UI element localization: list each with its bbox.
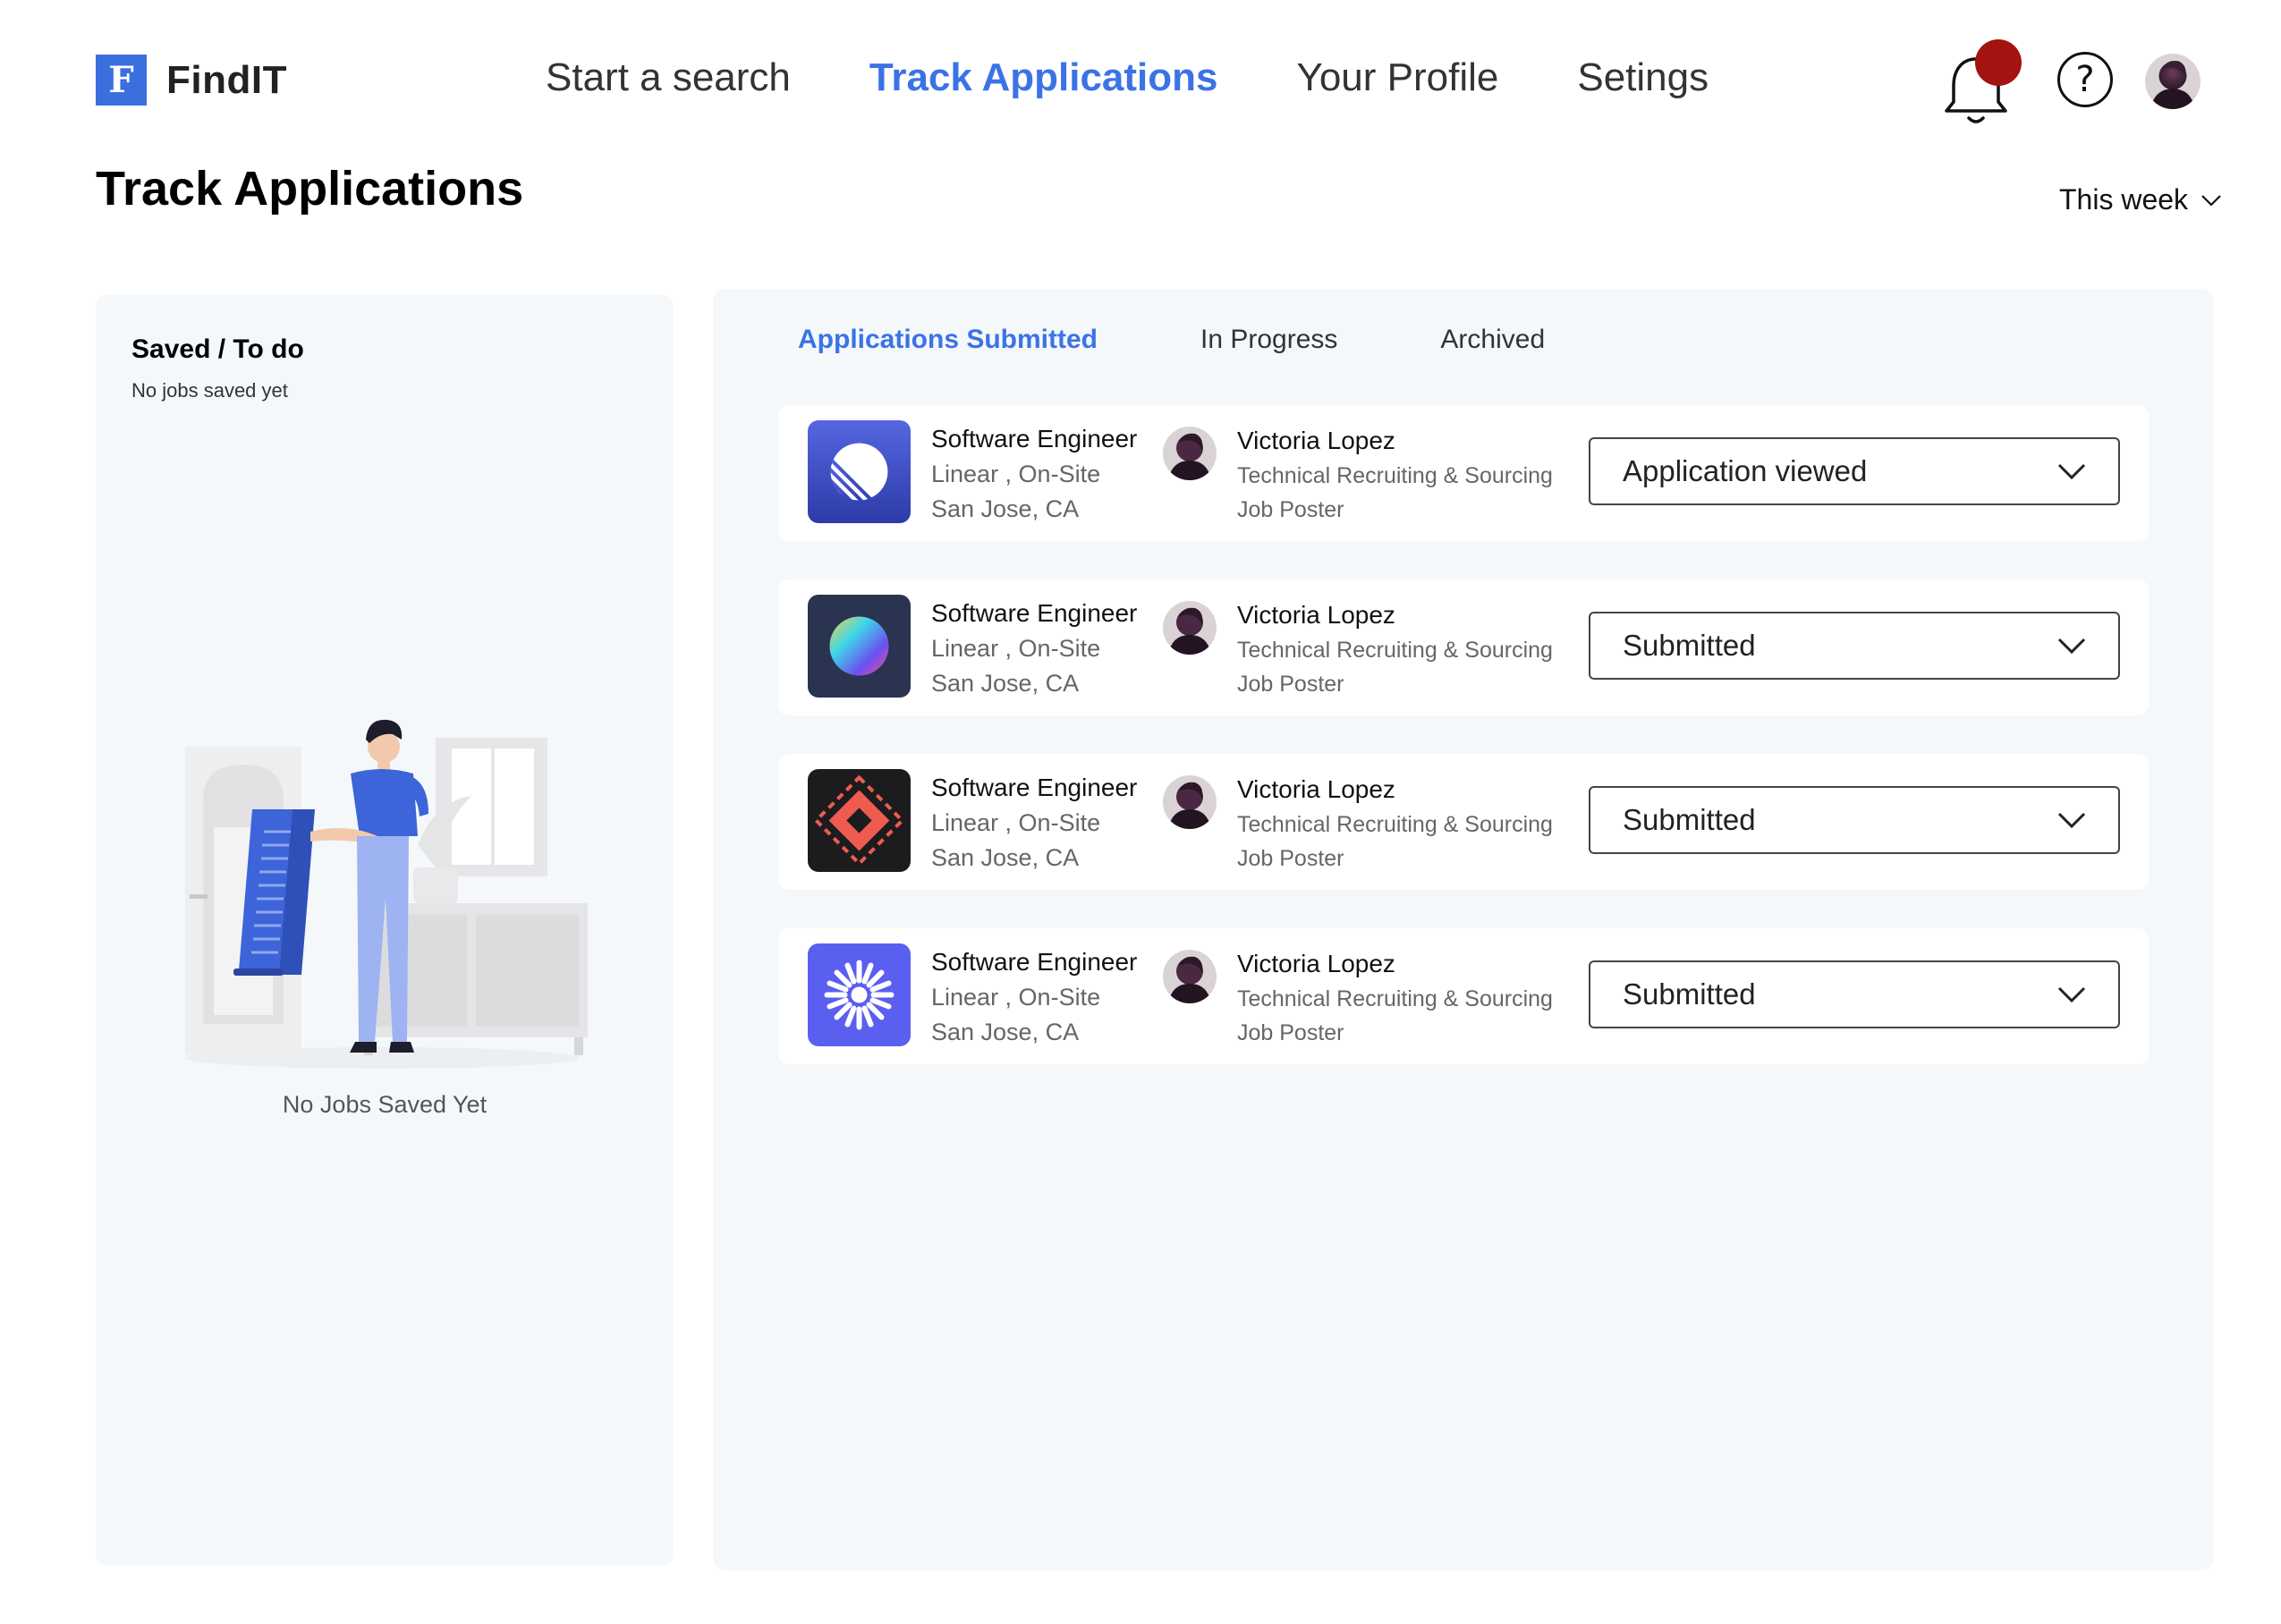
red-diamond-logo	[808, 769, 911, 872]
status-dropdown[interactable]: Submitted	[1589, 960, 2120, 1028]
poster-name: Victoria Lopez	[1237, 950, 1395, 977]
poster-avatar	[1163, 427, 1217, 480]
poster-role: Job Poster	[1237, 846, 1344, 871]
poster-team: Technical Recruiting & Sourcing	[1237, 463, 1553, 488]
application-card[interactable]: Software Engineer Linear , On-Site San J…	[778, 405, 2149, 541]
poster-avatar	[1163, 775, 1217, 829]
question-glyph: ?	[2075, 59, 2095, 100]
job-company: Linear , On-Site	[931, 984, 1101, 1011]
saved-panel-subtitle: No jobs saved yet	[131, 379, 288, 402]
poster-role: Job Poster	[1237, 672, 1344, 697]
application-card[interactable]: Software Engineer Linear , On-Site San J…	[778, 579, 2149, 715]
app-logo[interactable]: F FindIT	[96, 55, 287, 106]
chevron-down-icon	[2057, 986, 2086, 1002]
tab-in-progress[interactable]: In Progress	[1200, 325, 1337, 355]
empty-state-illustration	[185, 719, 588, 1069]
status-value: Submitted	[1623, 977, 1756, 1011]
job-title: Software Engineer	[931, 948, 1138, 976]
chevron-down-icon	[2201, 194, 2221, 207]
saved-todo-panel: Saved / To do No jobs saved yet No Jobs …	[96, 295, 674, 1565]
chevron-down-icon	[2057, 463, 2086, 479]
applications-panel: Applications Submitted In Progress Archi…	[713, 289, 2214, 1570]
job-company: Linear , On-Site	[931, 809, 1101, 836]
chevron-down-icon	[2057, 638, 2086, 654]
status-value: Application viewed	[1623, 454, 1868, 487]
poster-role: Job Poster	[1237, 1020, 1344, 1045]
application-card[interactable]: Software Engineer Linear , On-Site San J…	[778, 928, 2149, 1064]
question-icon[interactable]: ?	[2057, 52, 2113, 107]
user-avatar[interactable]	[2145, 54, 2200, 109]
poster-role: Job Poster	[1237, 497, 1344, 522]
app-name: FindIT	[166, 57, 287, 102]
application-tabs: Applications Submitted In Progress Archi…	[798, 325, 1648, 355]
saved-panel-title: Saved / To do	[131, 334, 304, 364]
tab-applications-submitted[interactable]: Applications Submitted	[798, 325, 1098, 355]
gradient-orb-logo	[808, 595, 911, 698]
status-dropdown[interactable]: Application viewed	[1589, 437, 2120, 505]
tab-archived[interactable]: Archived	[1440, 325, 1545, 355]
poster-team: Technical Recruiting & Sourcing	[1237, 638, 1553, 663]
starburst-logo	[808, 943, 911, 1046]
job-title: Software Engineer	[931, 425, 1138, 453]
poster-info: Victoria Lopez Technical Recruiting & So…	[1237, 601, 1553, 698]
job-title: Software Engineer	[931, 599, 1138, 627]
status-value: Submitted	[1623, 803, 1756, 836]
period-filter-dropdown[interactable]: This week	[2059, 183, 2222, 216]
nav-settings[interactable]: Setings	[1577, 55, 1709, 100]
poster-avatar	[1163, 950, 1217, 1003]
main-nav: Start a search Track Applications Your P…	[546, 55, 1787, 100]
poster-info: Victoria Lopez Technical Recruiting & So…	[1237, 775, 1553, 872]
poster-info: Victoria Lopez Technical Recruiting & So…	[1237, 950, 1553, 1046]
top-header: F FindIT Start a search Track Applicatio…	[0, 0, 2281, 161]
notification-badge	[1975, 39, 2022, 86]
job-location: San Jose, CA	[931, 670, 1080, 697]
job-info: Software Engineer Linear , On-Site San J…	[931, 425, 1137, 523]
poster-name: Victoria Lopez	[1237, 601, 1395, 629]
logo-mark: F	[96, 55, 147, 106]
linear-logo	[808, 420, 911, 523]
job-company: Linear , On-Site	[931, 461, 1101, 487]
job-location: San Jose, CA	[931, 844, 1080, 871]
job-info: Software Engineer Linear , On-Site San J…	[931, 774, 1137, 872]
nav-start-search[interactable]: Start a search	[546, 55, 791, 100]
page-title: Track Applications	[96, 162, 524, 216]
job-location: San Jose, CA	[931, 1019, 1080, 1045]
nav-track-applications[interactable]: Track Applications	[869, 55, 1218, 100]
empty-state-text: No Jobs Saved Yet	[282, 1091, 488, 1118]
application-card[interactable]: Software Engineer Linear , On-Site San J…	[778, 754, 2149, 890]
job-info: Software Engineer Linear , On-Site San J…	[931, 599, 1137, 698]
status-dropdown[interactable]: Submitted	[1589, 612, 2120, 680]
poster-name: Victoria Lopez	[1237, 775, 1395, 803]
period-filter-label: This week	[2059, 183, 2189, 216]
poster-info: Victoria Lopez Technical Recruiting & So…	[1237, 427, 1553, 523]
poster-name: Victoria Lopez	[1237, 427, 1395, 454]
job-info: Software Engineer Linear , On-Site San J…	[931, 948, 1137, 1046]
poster-team: Technical Recruiting & Sourcing	[1237, 812, 1553, 837]
nav-your-profile[interactable]: Your Profile	[1297, 55, 1499, 100]
status-dropdown[interactable]: Submitted	[1589, 786, 2120, 854]
job-company: Linear , On-Site	[931, 635, 1101, 662]
job-title: Software Engineer	[931, 774, 1138, 801]
job-location: San Jose, CA	[931, 495, 1080, 522]
status-value: Submitted	[1623, 629, 1756, 662]
poster-avatar	[1163, 601, 1217, 655]
poster-team: Technical Recruiting & Sourcing	[1237, 986, 1553, 1011]
chevron-down-icon	[2057, 812, 2086, 828]
